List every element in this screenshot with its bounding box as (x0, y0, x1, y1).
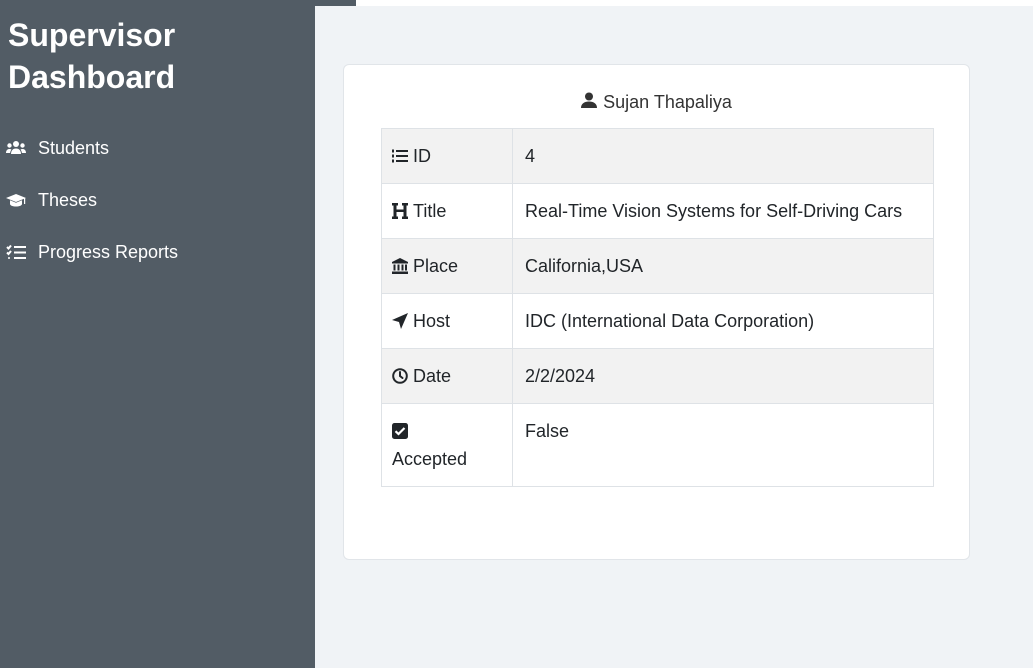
row-label: Host (413, 311, 451, 331)
row-value: False (512, 403, 934, 487)
table-row: Place California,USA (381, 238, 934, 294)
table-row: ID 4 (381, 128, 934, 184)
user-icon (581, 92, 598, 113)
row-value: 2/2/2024 (512, 348, 934, 404)
list-check-icon (6, 242, 26, 262)
row-label-cell: Accepted (381, 403, 513, 487)
table-row: Title Real-Time Vision Systems for Self-… (381, 183, 934, 239)
location-arrow-icon (392, 307, 408, 335)
clock-icon (392, 362, 408, 390)
row-label-cell: Host (381, 293, 513, 349)
row-label-cell: Date (381, 348, 513, 404)
details-table: ID 4 Title Real-Time Vision Systems for … (381, 128, 934, 487)
building-columns-icon (392, 252, 408, 280)
sidebar-title: Supervisor Dashboard (8, 17, 176, 95)
row-value: 4 (512, 128, 934, 184)
list-ol-icon (392, 142, 408, 170)
sidebar-item-students[interactable]: Students (6, 131, 109, 165)
student-name: Sujan Thapaliya (603, 92, 732, 112)
checkbox-icon (392, 417, 502, 445)
row-value: IDC (International Data Corporation) (512, 293, 934, 349)
card-header: Sujan Thapaliya (344, 92, 969, 113)
row-label-cell: ID (381, 128, 513, 184)
app: Supervisor Dashboard Students Theses Pro… (0, 0, 1033, 668)
row-label: Accepted (392, 449, 468, 469)
sidebar-item-label: Students (38, 137, 110, 158)
row-label: ID (413, 146, 431, 166)
row-label: Title (413, 201, 447, 221)
table-row: Accepted False (381, 403, 934, 487)
table-row: Date 2/2/2024 (381, 348, 934, 404)
users-icon (6, 138, 26, 158)
sidebar-item-label: Progress Reports (38, 241, 179, 262)
main-content: Sujan Thapaliya ID 4 Title Real-Time Vis… (315, 6, 1033, 668)
row-value: Real-Time Vision Systems for Self-Drivin… (512, 183, 934, 239)
row-value: California,USA (512, 238, 934, 294)
sidebar-item-theses[interactable]: Theses (6, 183, 97, 217)
table-row: Host IDC (International Data Corporation… (381, 293, 934, 349)
row-label: Place (413, 256, 459, 276)
sidebar: Supervisor Dashboard Students Theses Pro… (0, 0, 315, 668)
row-label: Date (413, 366, 452, 386)
sidebar-item-label: Theses (38, 189, 98, 210)
heading-icon (392, 197, 408, 225)
row-label-cell: Title (381, 183, 513, 239)
row-label-cell: Place (381, 238, 513, 294)
thesis-details-card: Sujan Thapaliya ID 4 Title Real-Time Vis… (343, 64, 970, 560)
sidebar-item-progress-reports[interactable]: Progress Reports (6, 235, 178, 269)
graduation-cap-icon (6, 190, 26, 210)
